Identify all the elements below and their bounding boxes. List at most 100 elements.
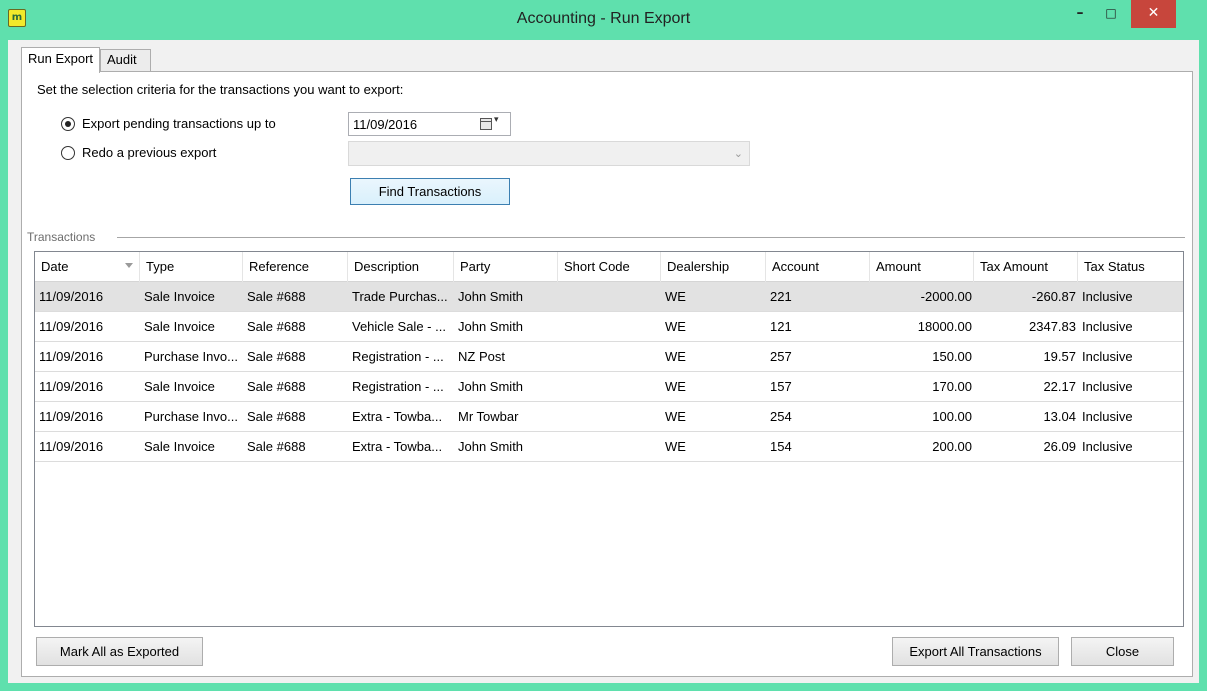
col-header-type[interactable]: Type (140, 252, 243, 282)
col-header-date[interactable]: Date (35, 252, 140, 282)
mark-all-exported-button[interactable]: Mark All as Exported (36, 637, 203, 666)
col-header-amount[interactable]: Amount (870, 252, 974, 282)
cell-tax-status: Inclusive (1082, 349, 1133, 364)
cell-party: John Smith (458, 379, 524, 394)
cell-description: Registration - ... (352, 379, 444, 394)
cell-party: John Smith (458, 319, 524, 334)
cell-tax-amount: 19.57 (1043, 349, 1076, 364)
cell-description: Extra - Towba... (352, 439, 443, 454)
calendar-icon[interactable] (480, 118, 492, 130)
redo-radio-label[interactable]: Redo a previous export (82, 145, 216, 160)
cell-date: 11/09/2016 (39, 379, 104, 394)
col-header-dealership[interactable]: Dealership (661, 252, 766, 282)
cell-account: 221 (770, 289, 792, 304)
cell-type: Sale Invoice (144, 289, 215, 304)
cell-amount: 200.00 (932, 439, 972, 454)
table-header: Date Type Reference Description Party Sh… (35, 252, 1183, 282)
cell-amount: 170.00 (932, 379, 972, 394)
cell-short-code (558, 342, 661, 371)
cell-short-code (558, 312, 661, 341)
cell-amount: 150.00 (932, 349, 972, 364)
cell-dealership: WE (665, 319, 686, 334)
col-header-account[interactable]: Account (766, 252, 870, 282)
transactions-group-label: Transactions (27, 230, 102, 244)
cell-party: John Smith (458, 439, 524, 454)
cell-date: 11/09/2016 (39, 349, 104, 364)
cell-date: 11/09/2016 (39, 409, 104, 424)
redo-radio[interactable] (61, 146, 75, 160)
cell-party: Mr Towbar (458, 409, 519, 424)
previous-export-select[interactable]: ⌄ (348, 141, 750, 166)
find-transactions-button[interactable]: Find Transactions (350, 178, 510, 205)
cell-description: Extra - Towba... (352, 409, 443, 424)
window-title: Accounting - Run Export (516, 10, 691, 27)
cell-date: 11/09/2016 (39, 319, 104, 334)
table-row[interactable]: 11/09/2016 Purchase Invo... Sale #688 Ex… (35, 402, 1183, 432)
col-header-tax-status[interactable]: Tax Status (1078, 252, 1183, 282)
cell-dealership: WE (665, 439, 686, 454)
cell-tax-status: Inclusive (1082, 379, 1133, 394)
cell-tax-amount: 2347.83 (1029, 319, 1076, 334)
cell-amount: 18000.00 (917, 319, 972, 334)
close-window-button[interactable]: ✕ (1131, 0, 1176, 28)
table-row[interactable]: 11/09/2016 Sale Invoice Sale #688 Extra … (35, 432, 1183, 462)
selection-instruction: Set the selection criteria for the trans… (37, 82, 404, 97)
col-header-tax-amount[interactable]: Tax Amount (974, 252, 1078, 282)
maximize-button[interactable]: □ (1096, 0, 1126, 28)
col-header-reference[interactable]: Reference (243, 252, 348, 282)
cell-tax-amount: 26.09 (1043, 439, 1076, 454)
cell-tax-status: Inclusive (1082, 319, 1133, 334)
col-header-short-code[interactable]: Short Code (558, 252, 661, 282)
cell-tax-amount: 22.17 (1043, 379, 1076, 394)
cell-dealership: WE (665, 289, 686, 304)
cell-short-code (558, 432, 661, 461)
cell-type: Sale Invoice (144, 319, 215, 334)
col-header-party[interactable]: Party (454, 252, 558, 282)
cell-short-code (558, 402, 661, 431)
close-button[interactable]: Close (1071, 637, 1174, 666)
minimize-button[interactable]: – (1065, 0, 1095, 28)
export-date-value: 11/09/2016 (353, 117, 418, 132)
table-row[interactable]: 11/09/2016 Sale Invoice Sale #688 Regist… (35, 372, 1183, 402)
tab-run-export[interactable]: Run Export (21, 47, 100, 73)
table-row[interactable]: 11/09/2016 Sale Invoice Sale #688 Vehicl… (35, 312, 1183, 342)
col-header-description[interactable]: Description (348, 252, 454, 282)
cell-reference: Sale #688 (247, 349, 306, 364)
cell-amount: 100.00 (932, 409, 972, 424)
cell-description: Trade Purchas... (352, 289, 448, 304)
cell-dealership: WE (665, 349, 686, 364)
table-row[interactable]: 11/09/2016 Sale Invoice Sale #688 Trade … (35, 282, 1183, 312)
cell-type: Sale Invoice (144, 379, 215, 394)
combo-chevron-down-icon[interactable]: ⌄ (734, 147, 743, 160)
cell-type: Purchase Invo... (144, 349, 238, 364)
redo-option-row[interactable]: Redo a previous export (61, 145, 341, 163)
app-window: m Accounting - Run Export – □ ✕ Run Expo… (0, 0, 1207, 691)
cell-tax-status: Inclusive (1082, 289, 1133, 304)
cell-tax-status: Inclusive (1082, 439, 1133, 454)
cell-reference: Sale #688 (247, 379, 306, 394)
chevron-down-icon[interactable]: ▾ (494, 115, 499, 125)
cell-description: Vehicle Sale - ... (352, 319, 446, 334)
tab-audit[interactable]: Audit (100, 49, 151, 72)
window-client-area: Run Export Audit Set the selection crite… (8, 40, 1199, 683)
group-divider (117, 237, 1185, 238)
cell-tax-amount: 13.04 (1043, 409, 1076, 424)
col-header-date-label: Date (41, 259, 69, 274)
pending-option-row[interactable]: Export pending transactions up to (61, 116, 341, 134)
pending-radio-label[interactable]: Export pending transactions up to (82, 116, 276, 131)
cell-dealership: WE (665, 379, 686, 394)
cell-party: John Smith (458, 289, 524, 304)
table-row[interactable]: 11/09/2016 Purchase Invo... Sale #688 Re… (35, 342, 1183, 372)
cell-amount: -2000.00 (920, 289, 972, 304)
cell-account: 121 (770, 319, 792, 334)
pending-radio[interactable] (61, 117, 75, 131)
transactions-table[interactable]: Date Type Reference Description Party Sh… (34, 251, 1184, 627)
export-date-picker[interactable]: 11/09/2016 ▾ (348, 112, 511, 136)
cell-reference: Sale #688 (247, 319, 306, 334)
title-bar[interactable]: m Accounting - Run Export – □ ✕ (0, 0, 1207, 40)
cell-dealership: WE (665, 409, 686, 424)
cell-tax-amount: -260.87 (1031, 289, 1076, 304)
cell-type: Sale Invoice (144, 439, 215, 454)
cell-short-code (558, 372, 661, 401)
export-all-transactions-button[interactable]: Export All Transactions (892, 637, 1059, 666)
